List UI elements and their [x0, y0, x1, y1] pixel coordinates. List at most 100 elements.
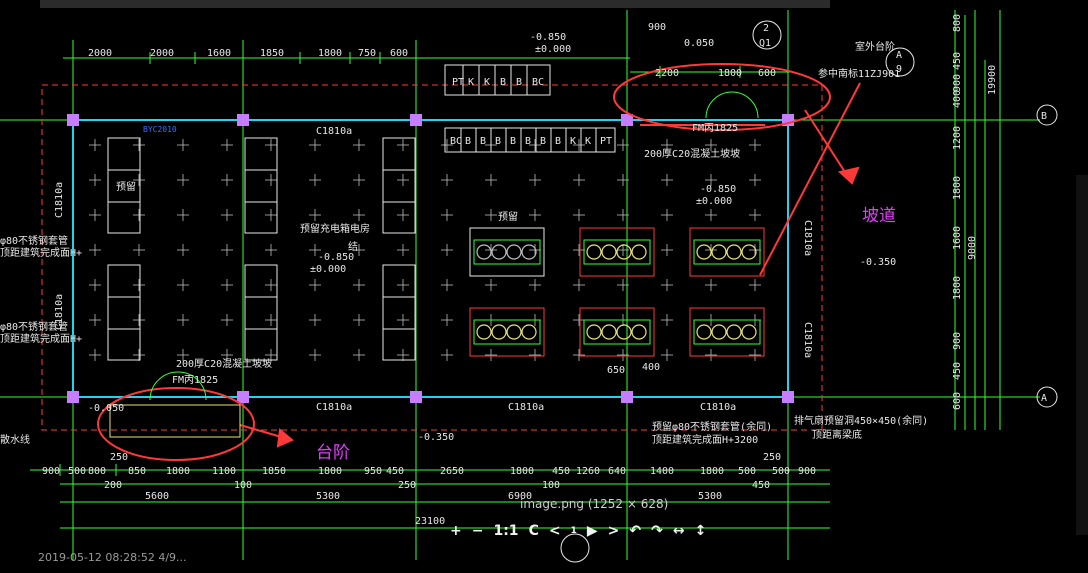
- note-scatter: 散水线: [0, 433, 30, 446]
- panel-label: B: [480, 136, 486, 147]
- dimension-text: 500: [738, 466, 756, 477]
- elev-6: ±0.000: [696, 196, 732, 207]
- panel-label: B: [555, 136, 561, 147]
- dimension-text: 200: [104, 480, 122, 491]
- elev-8: -0.350: [418, 432, 454, 443]
- dimension-text: 450: [952, 52, 963, 70]
- charger-units: [469, 227, 765, 357]
- dimension-text: 900: [952, 74, 963, 92]
- note-pipe-5: 预留φ80不锈钢套管(余同): [652, 420, 772, 433]
- val-400: 400: [642, 362, 660, 373]
- dimension-text: 5300: [698, 491, 722, 502]
- bottom-timestamp: 2019-05-12 08:28:52 4/9...: [38, 551, 187, 564]
- panel-label: B: [465, 136, 471, 147]
- dimension-text: 450: [952, 362, 963, 380]
- door-tag-1: FM丙1825: [692, 123, 738, 134]
- cad-viewer: B A 2 Q1 A 9 预留充电箱电房 -0.850 ±0.000 -0.85…: [0, 0, 1088, 573]
- top-dimensions: 2000 2000 1600 1850 1800 750 600: [88, 48, 408, 59]
- elev-4: ±0.000: [535, 44, 571, 55]
- axis-a-label: A: [1041, 393, 1047, 404]
- next-button[interactable]: >: [608, 520, 620, 542]
- note-ref: 参中南标11ZJ901: [818, 67, 900, 80]
- top-right-dimensions: 2200 1800 600: [655, 68, 776, 79]
- wall-tag-2: C1810a: [316, 402, 352, 413]
- flip-vertical-button[interactable]: ↕: [695, 520, 707, 542]
- dimension-text: 500: [68, 466, 86, 477]
- dimension-text: 450: [386, 466, 404, 477]
- panel-label: K: [570, 136, 576, 147]
- dimension-text: 750: [358, 48, 376, 59]
- dimension-text: 1800: [718, 68, 742, 79]
- circle-a: A: [896, 50, 902, 61]
- charger-unit: [689, 307, 765, 357]
- panel-top-labels: PT K K B B BC: [452, 65, 544, 95]
- reset-button[interactable]: C: [529, 520, 539, 542]
- right-panel-edge: [1076, 175, 1088, 535]
- elev-3: -0.850: [530, 32, 566, 43]
- dimension-text: 900: [952, 332, 963, 350]
- panel-label: PT: [600, 136, 612, 147]
- panel-label: BC: [450, 136, 462, 147]
- elev-10: 0.050: [684, 38, 714, 49]
- dimension-text: 1800: [952, 176, 963, 200]
- note-pipe-4: 顶距建筑完成面H+: [0, 332, 82, 345]
- rotate-right-button[interactable]: ↷: [651, 520, 663, 542]
- page-indicator: 1: [570, 526, 577, 536]
- note-vent: 排气扇预留洞450×450(余同): [794, 414, 928, 427]
- ramp-label: 坡道: [862, 206, 896, 226]
- val-250a: 250: [110, 452, 128, 463]
- flip-horizontal-button[interactable]: ↔: [673, 520, 685, 542]
- charger-unit: [469, 227, 545, 277]
- dimension-text: 2200: [655, 68, 679, 79]
- dimension-text: 640: [608, 466, 626, 477]
- room-name: 预留充电箱电房: [300, 222, 370, 235]
- dimension-text: 2000: [88, 48, 112, 59]
- right-dimensions: 8004509004001200180016001800900450600: [952, 14, 963, 410]
- jie-label: 结: [348, 240, 358, 253]
- note-pipe-6: 顶距建筑完成面H+3200: [652, 433, 758, 446]
- dimension-text: 100: [234, 480, 252, 491]
- dimension-text: 1800: [318, 466, 342, 477]
- charger-unit: [469, 307, 545, 357]
- note-pipe-3: φ80不锈钢套管: [0, 320, 68, 333]
- panel-label: B: [500, 77, 506, 88]
- door-tag-2: FM丙1825: [172, 375, 218, 386]
- panel-label: BC: [532, 77, 544, 88]
- viewer-toolbar: + − 1:1 C < 1 ▶ > ↶ ↷ ↔ ↕: [450, 520, 706, 542]
- elev-1: -0.850: [318, 252, 354, 263]
- zoom-out-button[interactable]: −: [472, 520, 484, 542]
- note-ramp: 200厚C20混凝土坡坡: [644, 147, 740, 160]
- note-pipe-1: φ80不锈钢套管: [0, 234, 68, 247]
- right-total-2: 9000: [967, 236, 978, 260]
- elev-2: ±0.000: [310, 264, 346, 275]
- steps-label: 台阶: [316, 443, 350, 463]
- dimension-text: 100: [542, 480, 560, 491]
- rotate-left-button[interactable]: ↶: [629, 520, 641, 542]
- red-annotations: [97, 63, 861, 461]
- play-button[interactable]: ▶: [587, 520, 598, 542]
- panel-label: B: [516, 77, 522, 88]
- dimension-text: 1800: [318, 48, 342, 59]
- actual-size-button[interactable]: 1:1: [493, 520, 518, 542]
- dimension-text: 1800: [952, 276, 963, 300]
- dimension-text: 2650: [440, 466, 464, 477]
- prev-button[interactable]: <: [549, 520, 561, 542]
- dimension-text: 1600: [207, 48, 231, 59]
- panel-label: K: [484, 77, 490, 88]
- dimension-text: 1850: [260, 48, 284, 59]
- wall-tag-4: C1810a: [700, 402, 736, 413]
- dimension-text: 450: [752, 480, 770, 491]
- right-total-1: 19900: [987, 65, 998, 95]
- panel-label: B: [540, 136, 546, 147]
- circle-ref: 2: [763, 23, 769, 34]
- dimension-text: 450: [552, 466, 570, 477]
- dimension-text: 1850: [262, 466, 286, 477]
- dimension-text: 1200: [952, 126, 963, 150]
- charger-unit: [579, 227, 655, 277]
- zoom-in-button[interactable]: +: [450, 520, 462, 542]
- wall-tag-7: C1810a: [802, 220, 813, 256]
- dimension-text: 900: [798, 466, 816, 477]
- dimension-text: 850: [128, 466, 146, 477]
- note-reserve2: 预留: [498, 210, 518, 223]
- dimension-text: 800: [952, 14, 963, 32]
